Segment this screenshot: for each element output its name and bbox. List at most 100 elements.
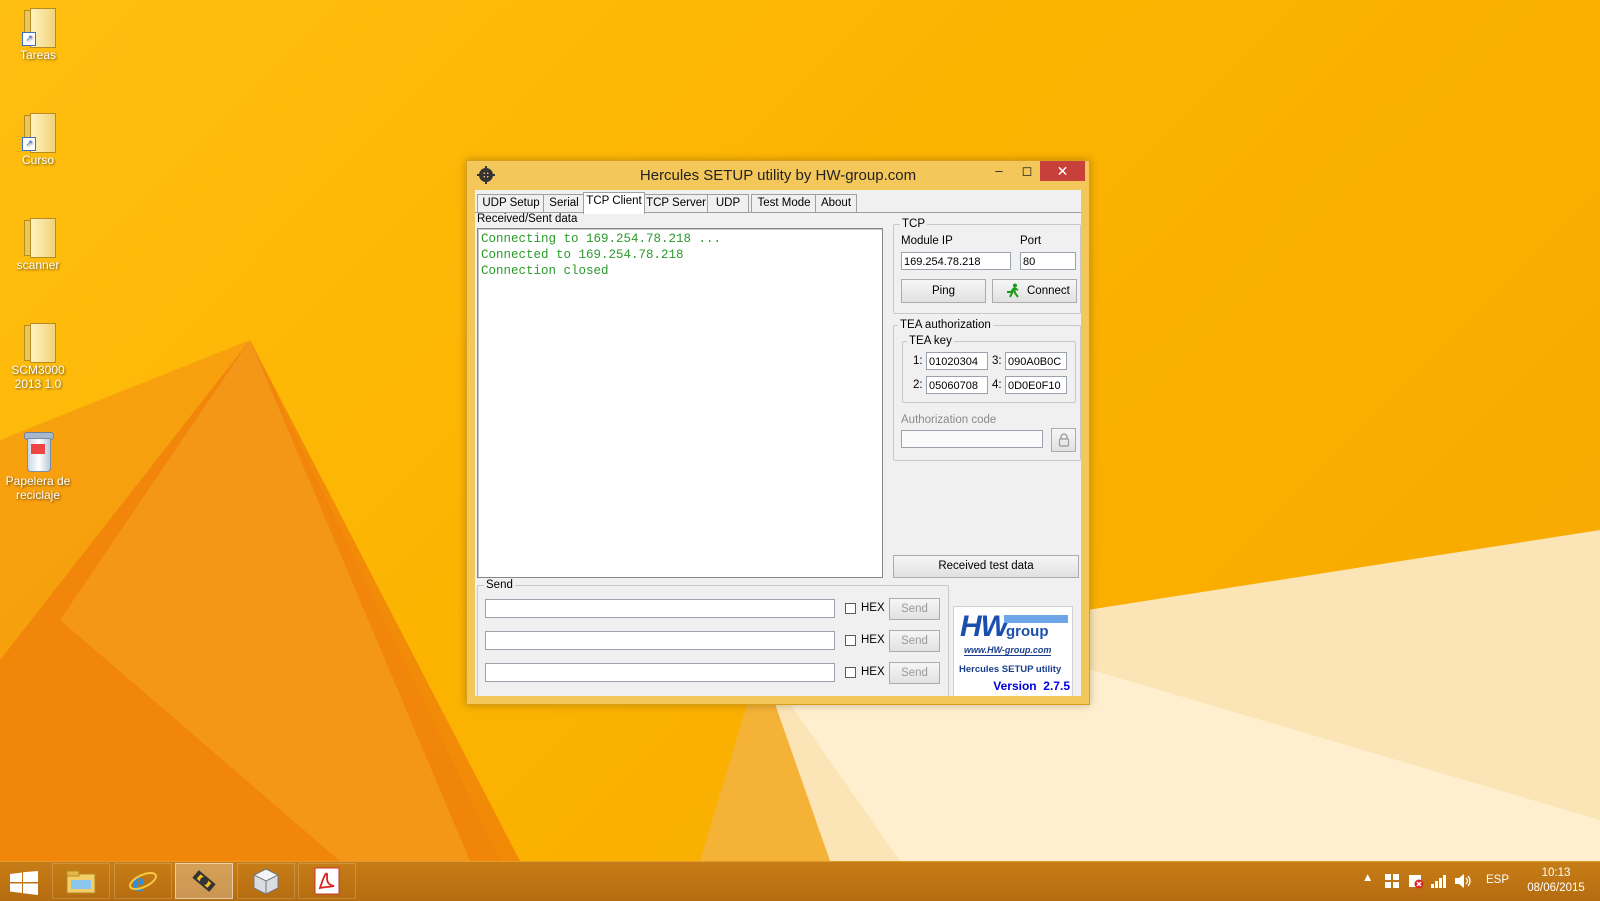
send-button-3[interactable]: Send [889, 662, 940, 684]
send-button-1[interactable]: Send [889, 598, 940, 620]
start-button[interactable] [10, 871, 38, 898]
tcp-group-label: TCP [902, 218, 925, 230]
virtualbox-icon [252, 868, 280, 895]
desktop-icon-scm3000[interactable]: SCM3000 2013 1.0 [4, 323, 72, 391]
taskbar: e ▲ ESP 10:13 08/06/2015 [0, 861, 1600, 901]
authorization-code-input[interactable] [901, 430, 1043, 448]
port-label: Port [1020, 235, 1042, 247]
desktop-icon-tareas[interactable]: ↗ Tareas [4, 8, 72, 62]
desktop-icon-label: Tareas [19, 48, 57, 62]
hercules-window: Hercules SETUP utility by HW-group.com –… [466, 160, 1090, 705]
tea-authorization-label: TEA authorization [900, 319, 991, 331]
maximize-icon: ◻ [1021, 163, 1033, 178]
clock[interactable]: 10:13 08/06/2015 [1526, 866, 1586, 896]
received-test-data-button[interactable]: Received test data [893, 555, 1079, 578]
tab-udp[interactable]: UDP [707, 194, 749, 213]
tea-key-4-input[interactable]: 0D0E0F10 [1005, 376, 1067, 394]
folder-icon [22, 323, 56, 363]
version-label: Version 2.7.5 [993, 679, 1070, 693]
hw-group-logo[interactable]: HW group www.HW-group.com Hercules SETUP… [953, 606, 1073, 696]
authorization-code-label: Authorization code [901, 414, 997, 426]
svg-text:e: e [132, 867, 144, 896]
tea-key-index: 2: [913, 379, 923, 391]
ping-button[interactable]: Ping [901, 279, 986, 303]
title-bar[interactable]: Hercules SETUP utility by HW-group.com –… [467, 161, 1089, 190]
tea-key-1-input[interactable]: 01020304 [926, 352, 988, 370]
desktop-icon-scanner[interactable]: scanner [4, 218, 72, 272]
taskbar-internet-explorer[interactable]: e [114, 863, 172, 899]
hex-checkbox-1[interactable] [845, 603, 856, 614]
tea-key-index: 4: [992, 379, 1002, 391]
start-icon [10, 871, 38, 895]
tab-serial[interactable]: Serial [543, 194, 585, 213]
log-line: Connected to 169.254.78.218 [481, 248, 684, 262]
desktop-icon-label: Papelera de reciclaje [5, 474, 71, 502]
window-client-area: UDP Setup Serial TCP Client TCP Server U… [475, 190, 1081, 696]
logo-group-text: group [1006, 623, 1049, 640]
hex-checkbox-3[interactable] [845, 667, 856, 678]
send-input-1[interactable] [485, 599, 835, 618]
logo-bar [1004, 615, 1068, 623]
chevron-up-icon: ▲ [1362, 872, 1374, 884]
received-data-label: Received/Sent data [477, 213, 578, 225]
recycle-bin-icon [23, 430, 54, 472]
logo-url: www.HW-group.com [964, 645, 1052, 656]
clock-date: 08/06/2015 [1527, 882, 1585, 894]
send-input-3[interactable] [485, 663, 835, 682]
module-ip-input[interactable]: 169.254.78.218 [901, 252, 1011, 270]
tea-key-3-input[interactable]: 090A0B0C [1005, 352, 1067, 370]
internet-explorer-icon: e [129, 867, 157, 896]
language-indicator[interactable]: ESP [1486, 874, 1509, 886]
minimize-button[interactable]: – [985, 161, 1013, 181]
lock-icon [1058, 433, 1070, 447]
maximize-button[interactable]: ◻ [1013, 161, 1041, 181]
tea-key-2-input[interactable]: 05060708 [926, 376, 988, 394]
desktop-icon-label: SCM3000 2013 1.0 [11, 363, 65, 391]
tab-udp-setup[interactable]: UDP Setup [477, 194, 545, 213]
send-button-2[interactable]: Send [889, 630, 940, 652]
tea-key-index: 3: [992, 355, 1002, 367]
adobe-reader-icon [314, 867, 340, 895]
clock-time: 10:13 [1541, 867, 1571, 879]
show-hidden-icons-button[interactable]: ▲ [1362, 872, 1373, 884]
close-icon: ✕ [1056, 163, 1069, 179]
tab-tcp-server[interactable]: TCP Server [643, 194, 709, 213]
hex-label: HEX [861, 602, 885, 614]
close-button[interactable]: ✕ [1040, 161, 1085, 181]
running-man-icon [1007, 283, 1019, 298]
send-group-label: Send [486, 579, 513, 591]
send-input-2[interactable] [485, 631, 835, 650]
desktop-icon-recycle-bin[interactable]: Papelera de reciclaje [4, 430, 72, 502]
hercules-icon [192, 870, 216, 892]
logo-product: Hercules SETUP utility [959, 664, 1062, 675]
volume-icon[interactable] [1454, 873, 1472, 889]
taskbar-hercules[interactable] [175, 863, 233, 899]
logo-hw-text: HW [960, 610, 1009, 643]
desktop-icon-curso[interactable]: ↗ Curso [4, 113, 72, 167]
log-line: Connection closed [481, 264, 609, 278]
port-input[interactable]: 80 [1020, 252, 1076, 270]
action-center-icon[interactable] [1384, 873, 1400, 889]
tab-about[interactable]: About [815, 194, 857, 213]
file-explorer-icon [66, 870, 96, 894]
connect-button[interactable]: Connect [992, 279, 1077, 303]
folder-shortcut-icon: ↗ [22, 113, 56, 153]
tea-key-index: 1: [913, 355, 923, 367]
minimize-icon: – [995, 163, 1003, 178]
network-error-icon[interactable] [1408, 873, 1424, 889]
signal-strength-icon[interactable] [1430, 873, 1448, 889]
taskbar-virtualbox[interactable] [237, 863, 295, 899]
desktop-icon-label: Curso [21, 153, 54, 167]
taskbar-adobe-reader[interactable] [298, 863, 356, 899]
desktop-icon-label: scanner [16, 258, 60, 272]
folder-shortcut-icon: ↗ [22, 8, 56, 48]
connect-label: Connect [1027, 285, 1070, 297]
log-line: Connecting to 169.254.78.218 ... [481, 232, 722, 246]
received-data-log[interactable]: Connecting to 169.254.78.218 ... Connect… [477, 228, 883, 578]
authorization-lock-button[interactable] [1051, 428, 1076, 452]
taskbar-file-explorer[interactable] [52, 863, 110, 899]
hex-checkbox-2[interactable] [845, 635, 856, 646]
tab-tcp-client[interactable]: TCP Client [583, 192, 645, 214]
hex-label: HEX [861, 666, 885, 678]
tab-test-mode[interactable]: Test Mode [751, 194, 817, 213]
